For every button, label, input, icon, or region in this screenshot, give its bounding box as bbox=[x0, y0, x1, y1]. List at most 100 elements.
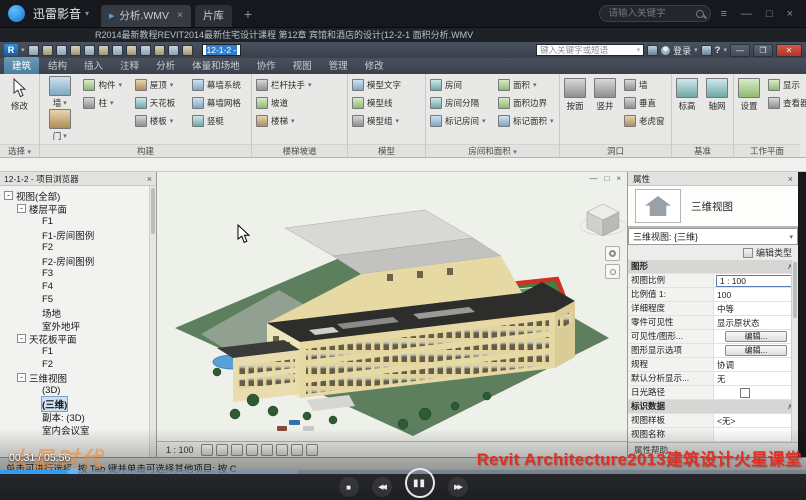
measure-icon[interactable] bbox=[112, 45, 123, 56]
ceiling-button[interactable]: 天花板 bbox=[132, 94, 187, 112]
ribbon-tab[interactable]: 管理 bbox=[321, 57, 356, 74]
panel-label-select[interactable]: 选择 ▾ bbox=[0, 144, 39, 157]
property-value[interactable] bbox=[740, 388, 750, 398]
vertical-opening-button[interactable]: 垂直 bbox=[621, 94, 668, 112]
stop-button[interactable] bbox=[339, 477, 359, 497]
view-name-box[interactable]: 12-1-2 - bbox=[202, 44, 242, 56]
ribbon-tab[interactable]: 插入 bbox=[76, 57, 111, 74]
tree-item[interactable]: F2 bbox=[0, 241, 156, 254]
floor-button[interactable]: 楼板▾ bbox=[132, 112, 187, 130]
visual-style-icon[interactable] bbox=[216, 444, 228, 456]
ribbon-tab[interactable]: 修改 bbox=[357, 57, 392, 74]
tree-expand-icon[interactable]: - bbox=[17, 373, 26, 382]
view-restore-icon[interactable]: □ bbox=[604, 174, 609, 183]
revit-search-box[interactable]: 键入关键字或短语▾ bbox=[536, 44, 644, 56]
tree-item[interactable]: - 视图(全部) bbox=[0, 189, 156, 202]
menu-icon[interactable]: ≡ bbox=[715, 8, 731, 20]
area-boundary-button[interactable]: 面积边界 bbox=[495, 94, 557, 112]
render-icon[interactable] bbox=[182, 45, 193, 56]
tree-item[interactable]: F2 bbox=[0, 358, 156, 371]
tree-item[interactable]: - 天花板平面 bbox=[0, 332, 156, 345]
tab-close-icon[interactable]: × bbox=[177, 10, 183, 21]
tag-room-button[interactable]: 标记房间▾ bbox=[427, 112, 493, 130]
property-row[interactable]: 视图样板 <无> bbox=[628, 414, 798, 428]
stair-button[interactable]: 楼梯▾ bbox=[253, 112, 315, 130]
edit-type-button[interactable]: 编辑类型 bbox=[628, 245, 798, 260]
property-value[interactable]: 编辑... bbox=[725, 331, 787, 342]
viewer-button[interactable]: 查看器 bbox=[765, 94, 806, 112]
property-row[interactable]: 图形 bbox=[628, 260, 798, 274]
player-tab-library[interactable]: 片库 bbox=[195, 5, 232, 27]
property-value[interactable]: 1 : 100 bbox=[716, 275, 796, 287]
tree-item[interactable]: (三维) bbox=[0, 397, 156, 410]
tree-expand-icon[interactable]: - bbox=[17, 334, 26, 343]
opening-by-face-button[interactable]: 按面 bbox=[561, 76, 589, 114]
sign-in-button[interactable]: 登录▾ bbox=[661, 44, 698, 57]
panel-label-room-area[interactable]: 房间和面积 ▾ bbox=[426, 144, 559, 157]
property-value[interactable]: <无> bbox=[714, 415, 798, 427]
tree-item[interactable]: 室外地坪 bbox=[0, 319, 156, 332]
revit-restore-icon[interactable]: ❐ bbox=[753, 44, 773, 57]
property-value[interactable]: 100 bbox=[714, 290, 798, 300]
exchange-apps-icon[interactable] bbox=[701, 45, 712, 56]
panel-label-build[interactable]: 构建 bbox=[40, 144, 251, 157]
revit-app-button[interactable]: R bbox=[4, 44, 18, 56]
search-icon[interactable] bbox=[696, 10, 704, 18]
property-row[interactable]: 可见性/图形... 编辑... bbox=[628, 330, 798, 344]
tree-item[interactable]: 场地 bbox=[0, 306, 156, 319]
tree-expand-icon[interactable]: - bbox=[17, 204, 26, 213]
property-row[interactable]: 视图比例 1 : 100 bbox=[628, 274, 798, 288]
property-value[interactable]: 编辑... bbox=[725, 345, 787, 356]
tree-item[interactable]: F1-房间图例 bbox=[0, 228, 156, 241]
tree-item[interactable]: F3 bbox=[0, 267, 156, 280]
property-row[interactable]: 默认分析显示... 无 bbox=[628, 372, 798, 386]
detail-level-icon[interactable] bbox=[201, 444, 213, 456]
area-button[interactable]: 面积▾ bbox=[495, 76, 557, 94]
tag-icon[interactable] bbox=[140, 45, 151, 56]
crop-view-icon[interactable] bbox=[261, 444, 273, 456]
save-icon[interactable] bbox=[42, 45, 53, 56]
property-row[interactable]: 视图名称 bbox=[628, 428, 798, 442]
tree-item[interactable]: - 三维视图 bbox=[0, 371, 156, 384]
zoom-button[interactable] bbox=[605, 264, 620, 279]
ribbon-tab[interactable]: 结构 bbox=[40, 57, 75, 74]
ribbon-tab[interactable]: 建筑 bbox=[4, 57, 39, 74]
room-button[interactable]: 房间 bbox=[427, 76, 493, 94]
sync-icon[interactable] bbox=[56, 45, 67, 56]
roof-button[interactable]: 屋顶▾ bbox=[132, 76, 187, 94]
dormer-button[interactable]: 老虎窗 bbox=[621, 112, 668, 130]
player-menu-caret-icon[interactable]: ▾ bbox=[85, 9, 89, 18]
properties-close-icon[interactable]: × bbox=[788, 174, 793, 184]
view-minimize-icon[interactable]: — bbox=[589, 174, 597, 183]
3d-view-icon[interactable] bbox=[154, 45, 165, 56]
ribbon-tab[interactable]: 注释 bbox=[112, 57, 147, 74]
tree-item[interactable]: F4 bbox=[0, 280, 156, 293]
column-button[interactable]: 柱▾ bbox=[80, 94, 129, 112]
ribbon-tab[interactable]: 协作 bbox=[249, 57, 284, 74]
video-frame[interactable]: R2014最新教程REVIT2014最新住宅设计课程 第12章 宾馆和酒店的设计… bbox=[0, 28, 806, 500]
type-selector[interactable]: 三维视图: {三维} ▾ bbox=[628, 228, 798, 245]
player-search-input[interactable] bbox=[606, 7, 692, 20]
player-search[interactable] bbox=[599, 5, 711, 22]
wall-opening-button[interactable]: 墙 bbox=[621, 76, 668, 94]
property-row[interactable]: 图形显示选项 编辑... bbox=[628, 344, 798, 358]
curtain-grid-button[interactable]: 幕墙网格 bbox=[189, 94, 250, 112]
door-button[interactable]: 门▾ bbox=[41, 109, 78, 142]
property-value[interactable]: 中等 bbox=[714, 303, 798, 315]
steering-wheel-button[interactable] bbox=[605, 246, 620, 261]
tree-item[interactable]: 副本: (3D) bbox=[0, 410, 156, 423]
properties-header[interactable]: 属性 × bbox=[628, 172, 798, 186]
open-icon[interactable] bbox=[28, 45, 39, 56]
section-icon[interactable] bbox=[168, 45, 179, 56]
ribbon-tab[interactable]: 分析 bbox=[148, 57, 183, 74]
tree-item[interactable]: 室内会议室 bbox=[0, 423, 156, 436]
scale-button[interactable]: 1 : 100 bbox=[162, 444, 198, 456]
room-separator-button[interactable]: 房间分隔 bbox=[427, 94, 493, 112]
app-caret-icon[interactable]: ▾ bbox=[21, 46, 25, 54]
help-button[interactable]: ? bbox=[715, 45, 721, 56]
undo-icon[interactable] bbox=[70, 45, 81, 56]
drawing-area[interactable]: — □ × bbox=[157, 172, 627, 441]
tree-item[interactable]: - 楼层平面 bbox=[0, 202, 156, 215]
panel-label-workplane[interactable]: 工作平面 bbox=[734, 144, 800, 157]
modify-button[interactable]: 修改 bbox=[8, 76, 31, 114]
